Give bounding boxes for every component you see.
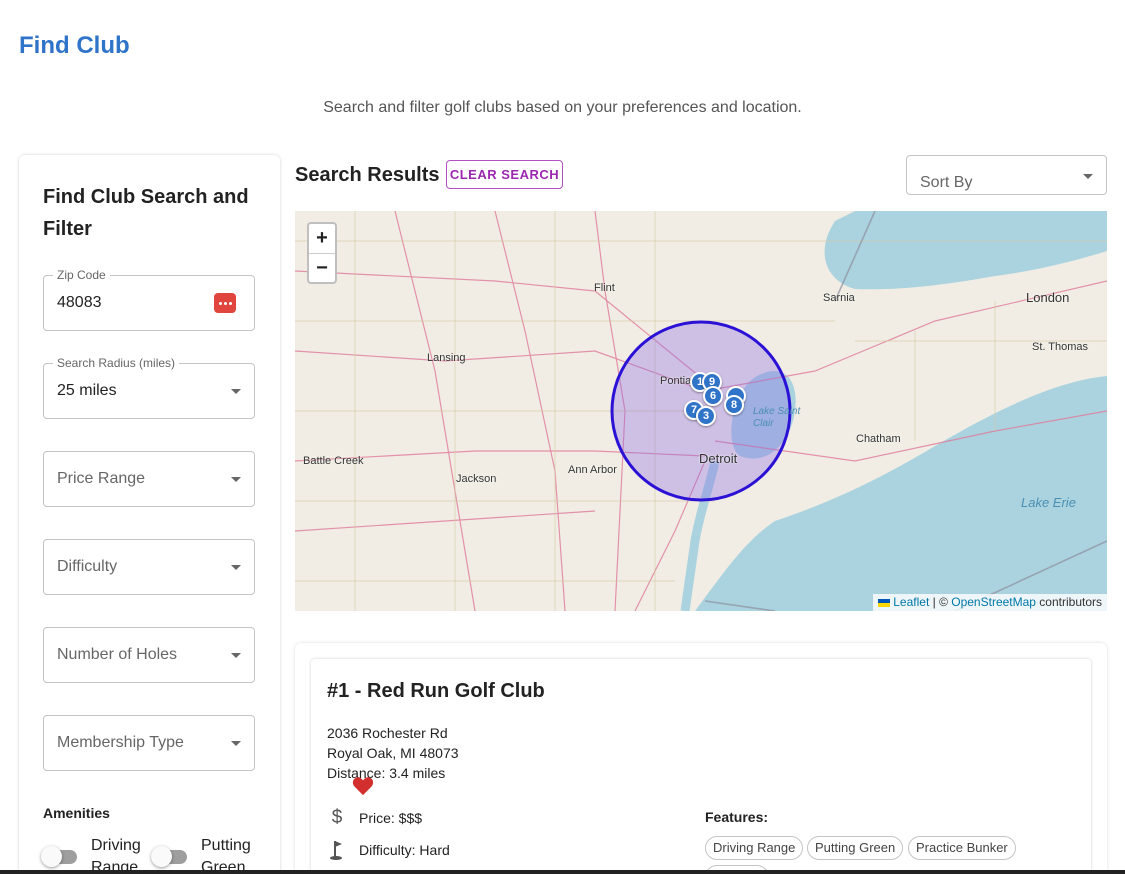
results-map[interactable]: + − Flint Sarnia London Lansing St. Thom…	[295, 211, 1107, 611]
map-label-flint: Flint	[594, 282, 615, 294]
sort-by-select[interactable]: Sort By	[906, 155, 1107, 195]
feature-chip: Practice Bunker	[908, 836, 1016, 860]
chevron-down-icon	[1083, 174, 1093, 179]
ukraine-flag-icon	[878, 598, 891, 607]
map-label-london: London	[1026, 290, 1070, 305]
chevron-down-icon	[231, 653, 241, 658]
window-bottom-edge	[0, 870, 1125, 874]
map-label-st-thomas: St. Thomas	[1032, 341, 1089, 353]
search-radius-value: 25 miles	[57, 382, 117, 399]
map-label-jackson: Jackson	[456, 473, 497, 485]
chevron-down-icon	[231, 389, 241, 394]
search-radius-select[interactable]: Search Radius (miles) 25 miles	[43, 356, 255, 419]
difficulty-select[interactable]: Difficulty	[43, 539, 255, 595]
sidebar-title: Find Club Search and Filter	[43, 186, 249, 240]
club-address-line1: 2036 Rochester Rd	[327, 725, 448, 741]
map-attribution: Leaflet | © OpenStreetMap contributors	[873, 594, 1107, 611]
zoom-control: + −	[307, 222, 337, 284]
club-price: Price: $$$	[359, 810, 423, 826]
filter-sidebar: Find Club Search and Filter Zip Code 480…	[19, 155, 280, 874]
map-label-pontiac: Pontia	[660, 375, 692, 387]
club-distance: Distance: 3.4 miles	[327, 765, 446, 781]
map-marker-6[interactable]: 6	[703, 386, 723, 406]
club-address-line2: Royal Oak, MI 48073	[327, 745, 459, 761]
map-label-chatham: Chatham	[856, 433, 901, 445]
password-manager-icon[interactable]	[214, 293, 236, 313]
putting-green-label: Putting Green	[201, 837, 251, 874]
club-title[interactable]: #1 - Red Run Golf Club	[327, 680, 545, 703]
map-label-lake-st-clair: Lake Saint Clair	[753, 406, 801, 429]
page-subtitle: Search and filter golf clubs based on yo…	[323, 99, 802, 116]
price-range-placeholder: Price Range	[57, 470, 146, 487]
zoom-in-button[interactable]: +	[309, 224, 335, 253]
chevron-down-icon	[231, 565, 241, 570]
price-range-select[interactable]: Price Range	[43, 451, 255, 507]
difficulty-placeholder: Difficulty	[57, 558, 118, 575]
map-marker-8[interactable]: 8	[724, 395, 744, 415]
openstreetmap-link[interactable]: OpenStreetMap	[951, 595, 1036, 609]
map-label-sarnia: Sarnia	[823, 292, 855, 304]
membership-type-placeholder: Membership Type	[57, 734, 184, 751]
map-label-detroit: Detroit	[699, 451, 738, 466]
golf-flag-icon	[330, 841, 342, 860]
result-card[interactable]: #1 - Red Run Golf Club 2036 Rochester Rd…	[311, 659, 1091, 874]
page-title: Find Club	[19, 32, 130, 59]
chevron-down-icon	[231, 477, 241, 482]
amenities-label: Amenities	[43, 805, 110, 821]
toggle-thumb[interactable]	[41, 846, 62, 867]
search-radius-label: Search Radius (miles)	[53, 356, 180, 370]
clear-search-button[interactable]: CLEAR SEARCH	[446, 160, 563, 189]
zoom-out-button[interactable]: −	[309, 253, 335, 282]
attribution-separator: | ©	[929, 595, 952, 609]
leaflet-link[interactable]: Leaflet	[893, 595, 929, 609]
dollar-icon: $	[331, 807, 343, 828]
map-marker-3[interactable]: 3	[696, 406, 716, 426]
search-results-title: Search Results	[295, 164, 440, 186]
zip-code-label: Zip Code	[53, 268, 110, 282]
chevron-down-icon	[231, 741, 241, 746]
map-label-lake-erie: Lake Erie	[1021, 495, 1076, 510]
feature-chip: Putting Green	[807, 836, 904, 860]
features-label: Features:	[705, 809, 769, 825]
map-label-battle-creek: Battle Creek	[303, 455, 364, 467]
number-of-holes-placeholder: Number of Holes	[57, 646, 178, 663]
toggle-thumb[interactable]	[151, 846, 172, 867]
zip-code-field[interactable]: Zip Code 48083	[43, 268, 255, 331]
favorite-heart-icon[interactable]	[352, 776, 374, 796]
results-list: #1 - Red Run Golf Club 2036 Rochester Rd…	[295, 643, 1107, 874]
membership-type-select[interactable]: Membership Type	[43, 715, 255, 771]
map-label-ann-arbor: Ann Arbor	[568, 464, 617, 476]
zip-code-value[interactable]: 48083	[57, 294, 102, 312]
feature-chip: Driving Range	[705, 836, 804, 860]
club-difficulty: Difficulty: Hard	[359, 842, 450, 858]
sort-by-placeholder: Sort By	[920, 174, 973, 191]
attribution-suffix: contributors	[1035, 595, 1102, 609]
number-of-holes-select[interactable]: Number of Holes	[43, 627, 255, 683]
map-label-lansing: Lansing	[427, 352, 466, 364]
